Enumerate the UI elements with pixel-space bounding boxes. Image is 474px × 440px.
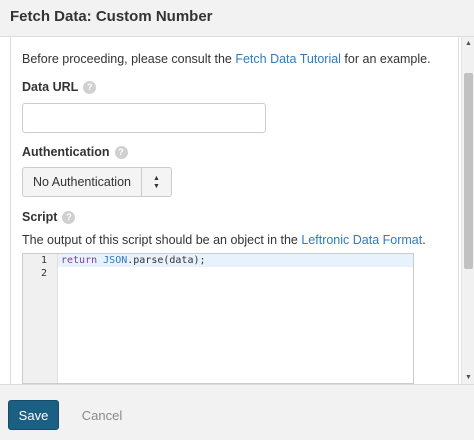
line-number: 2: [40, 268, 47, 279]
cancel-button[interactable]: Cancel: [72, 400, 132, 430]
dialog-content: Before proceeding, please consult the Fe…: [0, 37, 474, 384]
select-arrows-icon: ▲ ▼: [141, 168, 171, 196]
authentication-label: Authentication?: [22, 145, 128, 159]
save-button[interactable]: Save: [8, 400, 59, 430]
line-number: 1: [40, 255, 47, 266]
script-label-text: Script: [22, 210, 58, 224]
data-url-input[interactable]: [22, 103, 266, 133]
authentication-label-text: Authentication: [22, 145, 110, 159]
authentication-select[interactable]: No Authentication ▲ ▼: [22, 167, 172, 197]
code-object: JSON: [103, 255, 128, 266]
scroll-up-icon[interactable]: ▲: [462, 37, 474, 50]
intro-text-after: for an example.: [340, 52, 431, 66]
script-label: Script?: [22, 210, 76, 224]
authentication-select-value: No Authentication: [33, 175, 131, 189]
data-url-label: Data URL?: [22, 80, 97, 94]
fetch-data-tutorial-link[interactable]: Fetch Data Tutorial: [235, 52, 341, 66]
line-number-gutter: 1 2: [23, 254, 58, 383]
scrollbar-thumb[interactable]: [464, 73, 473, 269]
dialog-footer: Save Cancel: [0, 384, 474, 440]
script-description-after: .: [422, 233, 426, 247]
intro-text-before: Before proceeding, please consult the: [22, 52, 236, 66]
form-body: Before proceeding, please consult the Fe…: [10, 37, 459, 384]
dialog-header: Fetch Data: Custom Number: [0, 0, 474, 37]
intro-text: Before proceeding, please consult the Fe…: [22, 52, 431, 66]
scroll-down-icon[interactable]: ▼: [462, 371, 474, 384]
script-description-before: The output of this script should be an o…: [22, 233, 302, 247]
dialog-title: Fetch Data: Custom Number: [10, 8, 213, 25]
code-line-1[interactable]: return JSON.parse(data);: [61, 254, 206, 267]
help-icon[interactable]: ?: [114, 146, 128, 159]
help-icon[interactable]: ?: [62, 211, 76, 224]
script-description: The output of this script should be an o…: [22, 233, 426, 247]
code-keyword: return: [61, 255, 98, 266]
help-icon[interactable]: ?: [83, 81, 97, 94]
data-url-label-text: Data URL: [22, 80, 79, 94]
vertical-scrollbar[interactable]: ▲ ▼: [461, 37, 474, 384]
script-editor[interactable]: 1 2 return JSON.parse(data);: [22, 253, 414, 384]
code-rest: .parse(data);: [127, 255, 206, 266]
leftronic-data-format-link[interactable]: Leftronic Data Format: [301, 233, 422, 247]
